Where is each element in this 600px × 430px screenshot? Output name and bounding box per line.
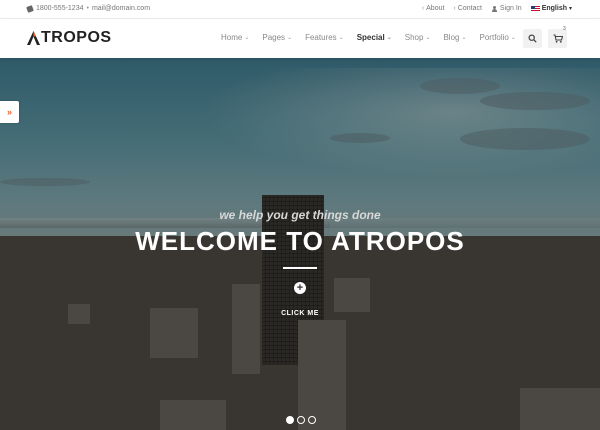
- nav-item-shop[interactable]: Shop ⌄: [405, 33, 431, 42]
- chevron-down-icon: ⌄: [386, 35, 392, 41]
- chevron-left-icon: ‹: [453, 5, 456, 12]
- phone-number[interactable]: 1800-555-1234: [36, 5, 84, 12]
- hero-headline: WELCOME TO ATROPOS: [135, 226, 465, 256]
- email-address[interactable]: mail@domain.com: [92, 5, 150, 12]
- nav-item-blog[interactable]: Blog ⌄: [443, 33, 466, 42]
- chevron-down-icon: ⌄: [287, 35, 293, 41]
- slider-dot-3[interactable]: [308, 416, 316, 424]
- nav-item-special[interactable]: Special ⌄: [357, 33, 392, 42]
- about-link[interactable]: ‹ About: [422, 5, 445, 12]
- nav-item-pages[interactable]: Pages ⌄: [262, 33, 292, 42]
- flag-icon: [530, 5, 540, 12]
- nav-label: Blog: [443, 33, 460, 42]
- double-chevron-right-icon: »: [6, 107, 12, 117]
- cart-count-badge: 3: [563, 26, 566, 32]
- top-links: ‹ About ‹ Contact Sign In English ▾: [422, 5, 572, 12]
- page: 1800-555-1234 • mail@domain.com ‹ About …: [0, 0, 600, 430]
- logo-mark-icon: [27, 31, 40, 45]
- nav-label: Home: [221, 33, 243, 42]
- side-panel-toggle[interactable]: »: [0, 101, 19, 123]
- nav-label: Portfolio: [479, 33, 509, 42]
- chevron-left-icon: ‹: [421, 5, 425, 12]
- search-button[interactable]: [523, 29, 542, 48]
- nav-label: Pages: [262, 33, 286, 42]
- nav-item-portfolio[interactable]: Portfolio ⌄: [480, 33, 516, 42]
- chevron-down-icon: ⌄: [461, 35, 467, 41]
- click-me-button[interactable]: CLICK ME: [0, 310, 600, 317]
- contact-link[interactable]: ‹ Contact: [453, 5, 481, 12]
- phone-icon: [26, 4, 34, 13]
- slider-dot-2[interactable]: [297, 416, 305, 424]
- chevron-down-icon: ⌄: [244, 35, 250, 41]
- search-icon: [528, 34, 537, 43]
- signin-link[interactable]: Sign In: [491, 5, 522, 12]
- logo[interactable]: TROPOS: [27, 29, 112, 47]
- chevron-down-icon: ⌄: [338, 35, 344, 41]
- signin-label: Sign In: [499, 5, 522, 12]
- main-header: TROPOS Home ⌄ Pages ⌄ Features ⌄ Special…: [0, 19, 600, 58]
- contact-label: Contact: [457, 5, 482, 12]
- nav-label: Special: [356, 33, 385, 42]
- nav-item-home[interactable]: Home ⌄: [221, 33, 249, 42]
- hero-tagline: we help you get things done: [219, 208, 381, 222]
- cart-icon: [553, 34, 563, 43]
- contact-info: 1800-555-1234 • mail@domain.com: [26, 4, 150, 13]
- person-icon: [491, 5, 498, 12]
- chevron-down-icon: ⌄: [510, 35, 516, 41]
- main-nav: Home ⌄ Pages ⌄ Features ⌄ Special ⌄ Shop…: [221, 33, 516, 42]
- language-label: English: [541, 5, 567, 12]
- nav-item-features[interactable]: Features ⌄: [305, 33, 344, 42]
- hero-underline: [283, 267, 317, 269]
- contact-separator: •: [86, 5, 89, 12]
- slider-dot-1[interactable]: [286, 416, 294, 424]
- about-label: About: [426, 5, 445, 12]
- top-bar: 1800-555-1234 • mail@domain.com ‹ About …: [0, 0, 600, 19]
- nav-label: Features: [305, 33, 337, 42]
- hero-plus-button[interactable]: +: [294, 282, 306, 294]
- logo-text: TROPOS: [41, 29, 112, 46]
- nav-label: Shop: [404, 33, 424, 42]
- caret-down-icon: ▾: [568, 6, 572, 12]
- language-selector[interactable]: English ▾: [530, 5, 572, 12]
- slider-pagination: [286, 416, 316, 424]
- chevron-down-icon: ⌄: [425, 35, 431, 41]
- plus-icon: +: [296, 281, 304, 294]
- hero-slider: we help you get things done WELCOME TO A…: [0, 58, 600, 430]
